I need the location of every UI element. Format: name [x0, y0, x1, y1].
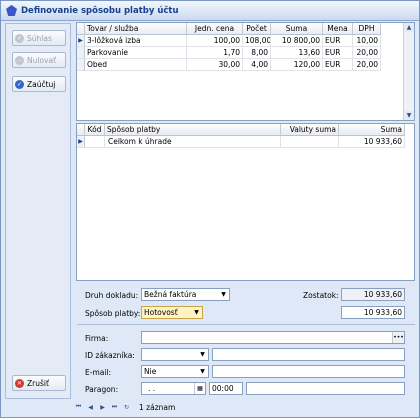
reset-button-label: Nulovať: [27, 55, 57, 65]
customer-id-detail[interactable]: [212, 348, 405, 361]
record-count: 1 záznam: [139, 402, 176, 412]
approve-button-label: Súhlas: [27, 33, 52, 43]
form-divider: [77, 324, 415, 325]
reset-button[interactable]: – Nulovať: [12, 52, 66, 68]
check-icon: ✓: [15, 33, 24, 43]
receipt-time-field[interactable]: 00:00: [209, 382, 243, 395]
table-cell[interactable]: 20,00: [353, 59, 381, 71]
table-cell[interactable]: [85, 136, 105, 148]
receipt-date-value: . .: [148, 384, 156, 393]
refresh-icon[interactable]: ↻: [121, 402, 132, 413]
table-cell[interactable]: EUR: [323, 35, 353, 47]
table-cell[interactable]: 1,70: [187, 47, 243, 59]
table-cell[interactable]: 10 933,60: [339, 136, 405, 148]
chevron-down-icon[interactable]: ▼: [197, 366, 208, 377]
scroll-down-icon[interactable]: ▼: [404, 111, 414, 120]
close-icon: ✕: [15, 378, 24, 388]
amount-field[interactable]: 10 933,60: [341, 306, 405, 319]
chevron-down-icon[interactable]: ▼: [197, 349, 208, 360]
table-cell[interactable]: EUR: [323, 47, 353, 59]
table-cell[interactable]: 100,00: [187, 35, 243, 47]
column-header[interactable]: Jedn. cena: [187, 23, 243, 35]
table-cell[interactable]: 120,00: [271, 59, 323, 71]
pay-method-label: Spôsob platby:: [85, 309, 141, 318]
table-cell[interactable]: EUR: [323, 59, 353, 71]
table-cell[interactable]: Parkovanie: [85, 47, 187, 59]
minus-icon: –: [15, 55, 24, 65]
table-cell[interactable]: [281, 136, 339, 148]
receipt-label: Paragon:: [85, 385, 119, 394]
column-header[interactable]: Valuty suma: [281, 124, 339, 136]
row-selector-header: [77, 23, 85, 35]
table-cell[interactable]: 10,00: [353, 35, 381, 47]
post-button[interactable]: ✓ Zaúčtuj: [12, 76, 66, 92]
customer-id-label: ID zákazníka:: [85, 351, 135, 360]
receipt-number-field[interactable]: [246, 382, 405, 395]
column-header[interactable]: Tovar / služba: [85, 23, 187, 35]
doc-type-select[interactable]: Bežná faktúra ▼: [141, 288, 230, 301]
title-bar: Definovanie spôsobu platby účtu: [1, 1, 419, 21]
column-header[interactable]: Suma: [339, 124, 405, 136]
more-icon[interactable]: •••: [392, 332, 404, 343]
column-header[interactable]: Suma: [271, 23, 323, 35]
customer-id-select[interactable]: ▼: [141, 348, 209, 361]
table-cell[interactable]: Celkom k úhrade: [105, 136, 281, 148]
first-record-icon[interactable]: ⏮: [73, 402, 84, 413]
pay-method-select[interactable]: Hotovosť ▼: [141, 306, 203, 319]
table-cell[interactable]: Obed: [85, 59, 187, 71]
doc-type-value: Bežná faktúra: [144, 290, 197, 299]
remainder-field: 10 933,60: [341, 288, 405, 301]
chevron-down-icon[interactable]: ▼: [218, 289, 229, 300]
last-record-icon[interactable]: ⏭: [109, 402, 120, 413]
row-pointer-icon: ▶: [77, 35, 85, 47]
column-header[interactable]: Mena: [323, 23, 353, 35]
payment-grid[interactable]: Kód Spôsob platby Valuty suma Suma ▶ Cel…: [76, 123, 415, 281]
email-label: E-mail:: [85, 368, 112, 377]
company-field[interactable]: •••: [141, 331, 405, 344]
table-cell[interactable]: 3-lôžková izba: [85, 35, 187, 47]
table-cell[interactable]: 108,00: [243, 35, 271, 47]
pay-method-value: Hotovosť: [144, 308, 178, 317]
record-navigator: ⏮ ◀ ▶ ⏭ ↻ 1 záznam: [73, 399, 417, 415]
table-cell[interactable]: 4,00: [243, 59, 271, 71]
remainder-label: Zostatok:: [303, 291, 339, 300]
doc-type-label: Druh dokladu:: [85, 291, 139, 300]
next-record-icon[interactable]: ▶: [97, 402, 108, 413]
row-selector-header: [77, 124, 85, 136]
table-cell[interactable]: 8,00: [243, 47, 271, 59]
company-label: Firma:: [85, 334, 109, 343]
app-icon: [6, 5, 17, 16]
table-cell[interactable]: 30,00: [187, 59, 243, 71]
scroll-up-icon[interactable]: ▲: [404, 23, 414, 32]
column-header[interactable]: Počet: [243, 23, 271, 35]
post-button-label: Zaúčtuj: [27, 79, 56, 89]
row-pointer-icon: ▶: [77, 136, 85, 148]
column-header[interactable]: DPH: [353, 23, 381, 35]
prev-record-icon[interactable]: ◀: [85, 402, 96, 413]
email-field[interactable]: [212, 365, 405, 378]
items-grid[interactable]: Tovar / služba Jedn. cena Počet Suma Men…: [76, 22, 415, 121]
row-selector[interactable]: [77, 47, 85, 59]
check-icon: ✓: [15, 79, 24, 89]
column-header[interactable]: Spôsob platby: [105, 124, 281, 136]
cancel-button[interactable]: ✕ Zrušiť: [12, 375, 66, 391]
items-scrollbar[interactable]: ▲ ▼: [403, 23, 414, 120]
table-cell[interactable]: 10 800,00: [271, 35, 323, 47]
email-select[interactable]: Nie ▼: [141, 365, 209, 378]
table-cell[interactable]: 13,60: [271, 47, 323, 59]
column-header[interactable]: Kód: [85, 124, 105, 136]
cancel-button-label: Zrušiť: [27, 378, 49, 388]
chevron-down-icon[interactable]: ▼: [191, 307, 202, 318]
approve-button[interactable]: ✓ Súhlas: [12, 30, 66, 46]
row-selector[interactable]: [77, 59, 85, 71]
table-cell[interactable]: 20,00: [353, 47, 381, 59]
calendar-icon[interactable]: ▦: [194, 383, 205, 394]
window-title: Definovanie spôsobu platby účtu: [21, 5, 179, 16]
receipt-date-field[interactable]: . . ▦: [141, 382, 206, 395]
left-action-panel: ✓ Súhlas – Nulovať ✓ Zaúčtuj ✕ Zrušiť: [5, 23, 71, 399]
email-value: Nie: [144, 367, 157, 376]
payment-definition-window: Definovanie spôsobu platby účtu ✓ Súhlas…: [0, 0, 420, 418]
